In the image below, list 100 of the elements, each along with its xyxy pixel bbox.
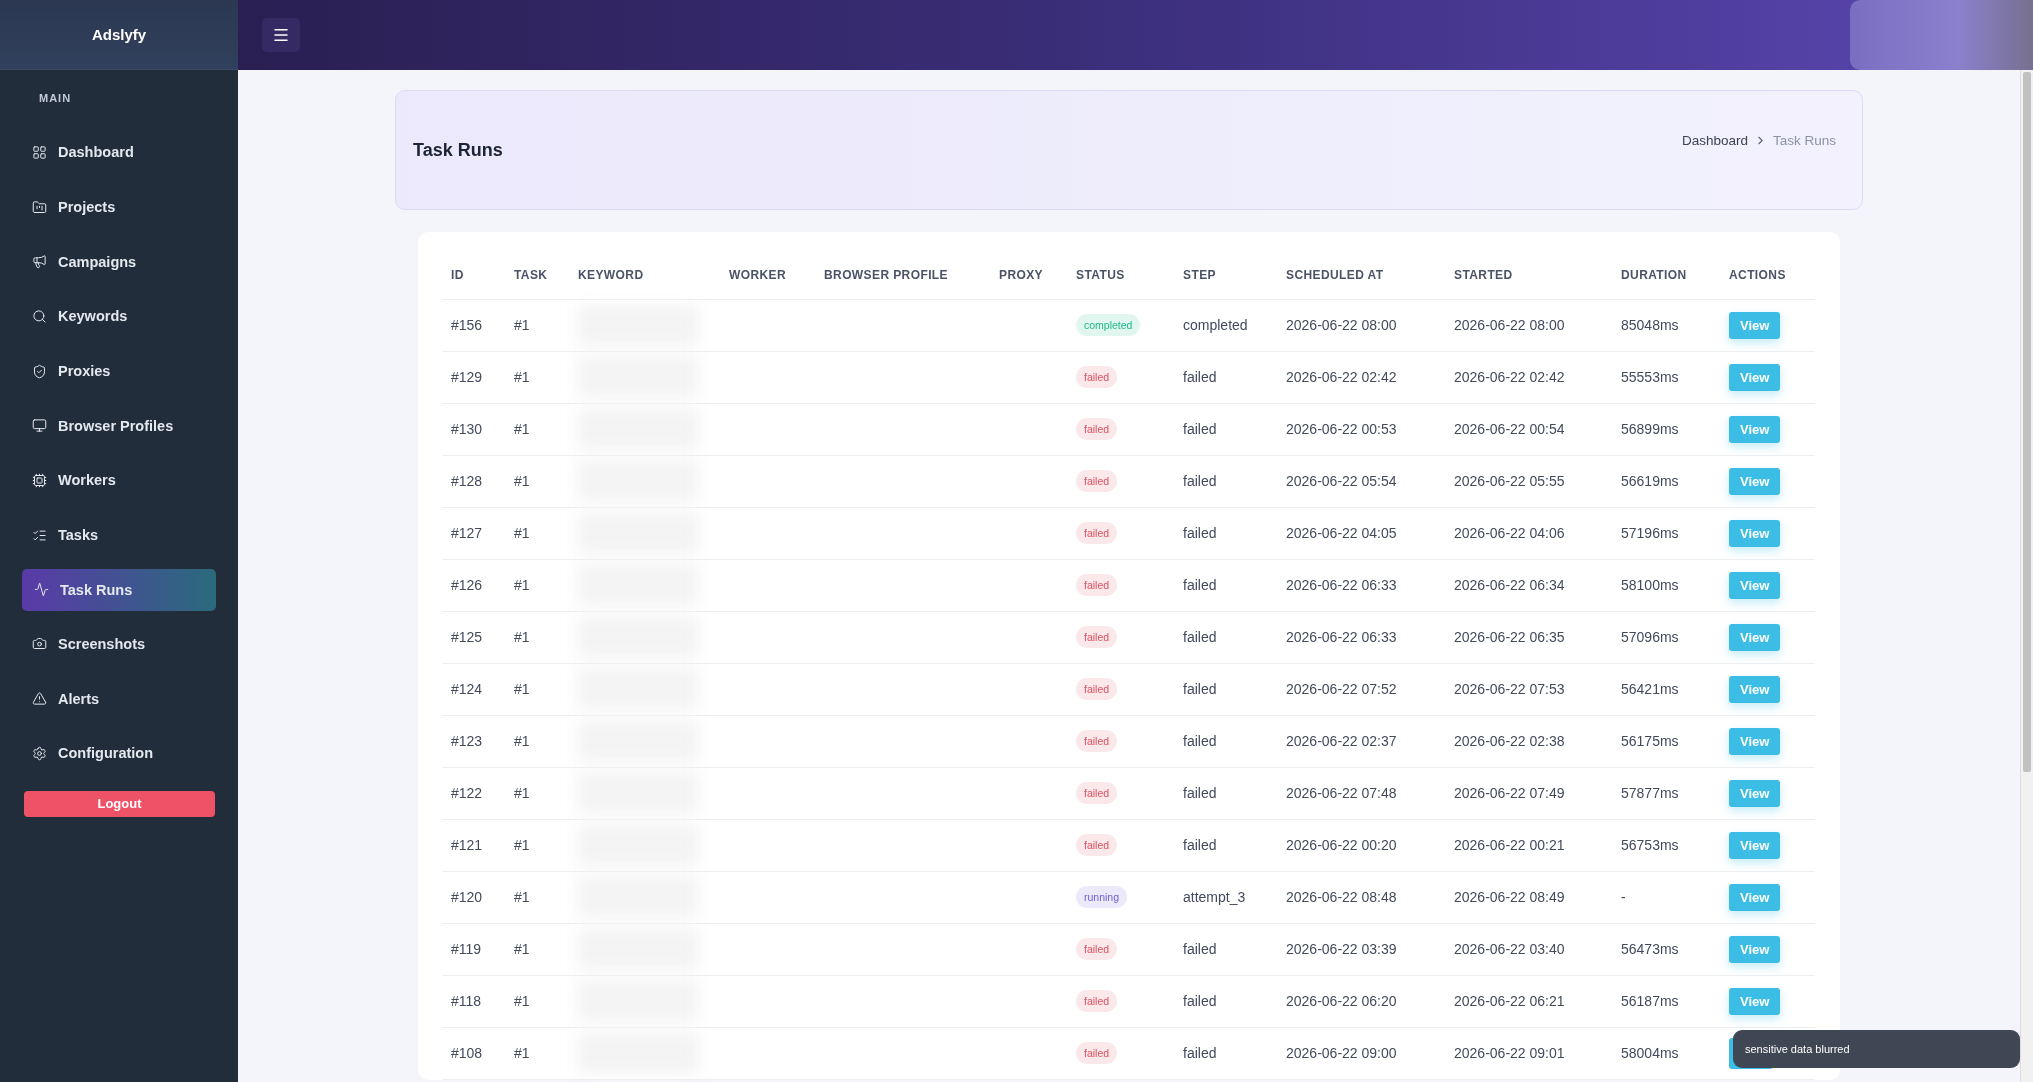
breadcrumb-link[interactable]: Task Runs — [1772, 132, 1836, 148]
nav-item[interactable]: Configuration — [22, 727, 216, 779]
column-header: STATUS — [1067, 252, 1174, 299]
table-cell: 2026-06-22 05:55 — [1454, 473, 1565, 489]
table-cell: 2026-06-22 06:34 — [1454, 577, 1565, 593]
table-cell: #123 — [451, 733, 483, 749]
column-header: SCHEDULED AT — [1277, 252, 1445, 299]
view-button[interactable]: View — [1729, 675, 1781, 703]
table-cell: 2026-06-22 09:01 — [1454, 1045, 1565, 1061]
nav-item[interactable]: Screenshots — [22, 618, 216, 670]
menu-button[interactable] — [262, 18, 300, 52]
table-cell: #128 — [451, 473, 483, 489]
table-cell: #1 — [514, 733, 530, 749]
nav-item[interactable]: Browser Profiles — [22, 400, 216, 452]
view-button[interactable]: View — [1729, 415, 1781, 443]
table-cell: #1 — [514, 993, 530, 1009]
column-header: ACTIONS — [1720, 252, 1815, 299]
nav-item[interactable]: Keywords — [22, 291, 216, 342]
table-cell: failed — [1183, 1045, 1217, 1061]
table-cell: 2026-06-22 03:40 — [1454, 941, 1565, 957]
folder-icon — [32, 199, 47, 215]
view-button[interactable]: View — [1729, 727, 1781, 755]
status-badge: failed — [1076, 522, 1118, 544]
column-header: KEYWORD — [569, 252, 720, 299]
status-badge: failed — [1076, 574, 1118, 596]
table-cell: failed — [1183, 577, 1217, 593]
table-cell: 2026-06-22 06:20 — [1286, 993, 1397, 1009]
table-cell: #121 — [451, 837, 483, 853]
table-cell: 56421ms — [1621, 681, 1679, 697]
table-cell: failed — [1183, 941, 1217, 957]
view-button[interactable]: View — [1729, 987, 1781, 1015]
table-cell: #122 — [451, 785, 483, 801]
status-badge: running — [1076, 886, 1128, 908]
table-cell: 2026-06-22 06:33 — [1286, 577, 1397, 593]
scrollbar[interactable] — [2020, 70, 2033, 1082]
table-cell: #1 — [514, 577, 530, 593]
nav-item[interactable]: Tasks — [22, 509, 216, 561]
table-cell: 2026-06-22 06:35 — [1454, 629, 1565, 645]
table-cell: #1 — [514, 473, 530, 489]
table-cell: 2026-06-22 08:00 — [1454, 317, 1565, 333]
nav-item[interactable]: Projects — [22, 181, 216, 233]
table-cell: 2026-06-22 02:38 — [1454, 733, 1565, 749]
table-cell: 57096ms — [1621, 629, 1679, 645]
table-cell: 2026-06-22 04:06 — [1454, 525, 1565, 541]
view-button[interactable]: View — [1729, 467, 1781, 495]
nav-item[interactable]: Alerts — [22, 673, 216, 724]
table-cell: 2026-06-22 00:53 — [1286, 421, 1397, 437]
column-header: TASK — [505, 252, 569, 299]
camera-icon — [32, 636, 47, 652]
warning-icon — [32, 691, 47, 707]
view-button[interactable]: View — [1729, 311, 1781, 339]
logout-button[interactable]: Logout — [24, 790, 215, 817]
table-cell: #1 — [514, 785, 530, 801]
table-cell: 2026-06-22 07:52 — [1286, 681, 1397, 697]
checklist-icon — [32, 527, 47, 543]
view-button[interactable]: View — [1729, 519, 1781, 547]
view-button[interactable]: View — [1729, 623, 1781, 651]
table-cell: #119 — [451, 941, 482, 957]
table-cell: failed — [1183, 681, 1217, 697]
table-cell: 2026-06-22 00:54 — [1454, 421, 1565, 437]
view-button[interactable]: View — [1729, 779, 1781, 807]
table-cell: #1 — [514, 629, 530, 645]
nav-item[interactable]: Campaigns — [22, 236, 216, 288]
notice-toast: sensitive data blurred — [1733, 1030, 2020, 1068]
table-cell: 85048ms — [1621, 317, 1679, 333]
nav-item[interactable]: Dashboard — [22, 127, 216, 178]
table-cell: #1 — [514, 889, 530, 905]
table-cell: #1 — [514, 369, 530, 385]
status-badge: failed — [1076, 678, 1118, 700]
breadcrumb-link[interactable]: Dashboard — [1681, 132, 1748, 148]
pulse-icon — [34, 582, 49, 597]
page-title: Task Runs — [413, 139, 503, 161]
view-button[interactable]: View — [1729, 831, 1781, 859]
nav-item[interactable]: Workers — [22, 455, 216, 506]
table-cell: #129 — [451, 369, 483, 385]
view-button[interactable]: View — [1729, 935, 1781, 963]
table-cell: 56899ms — [1621, 421, 1679, 437]
table-cell: 2026-06-22 08:48 — [1286, 889, 1397, 905]
column-header: STARTED — [1445, 252, 1612, 299]
table-cell: 56753ms — [1621, 837, 1679, 853]
section-label: MAIN — [39, 92, 73, 104]
table-cell: failed — [1183, 993, 1217, 1009]
column-header: STEP — [1174, 252, 1277, 299]
table-cell: failed — [1183, 525, 1217, 541]
table-cell: failed — [1183, 629, 1217, 645]
table-cell: 2026-06-22 04:05 — [1286, 525, 1397, 541]
table-cell: 2026-06-22 09:00 — [1286, 1045, 1397, 1061]
column-header: ID — [442, 252, 505, 299]
settings-icon — [32, 745, 47, 761]
view-button[interactable]: View — [1729, 883, 1781, 911]
view-button[interactable]: View — [1729, 363, 1781, 391]
table-cell: #120 — [451, 889, 483, 905]
table-cell: 2026-06-22 00:20 — [1286, 837, 1397, 853]
nav-item[interactable]: Proxies — [22, 345, 216, 397]
nav-item[interactable]: Task Runs — [22, 568, 216, 611]
table-cell: 2026-06-22 05:54 — [1286, 473, 1397, 489]
table-cell: failed — [1183, 785, 1217, 801]
status-badge: failed — [1076, 834, 1118, 856]
view-button[interactable]: View — [1729, 571, 1781, 599]
monitor-icon — [32, 418, 47, 434]
